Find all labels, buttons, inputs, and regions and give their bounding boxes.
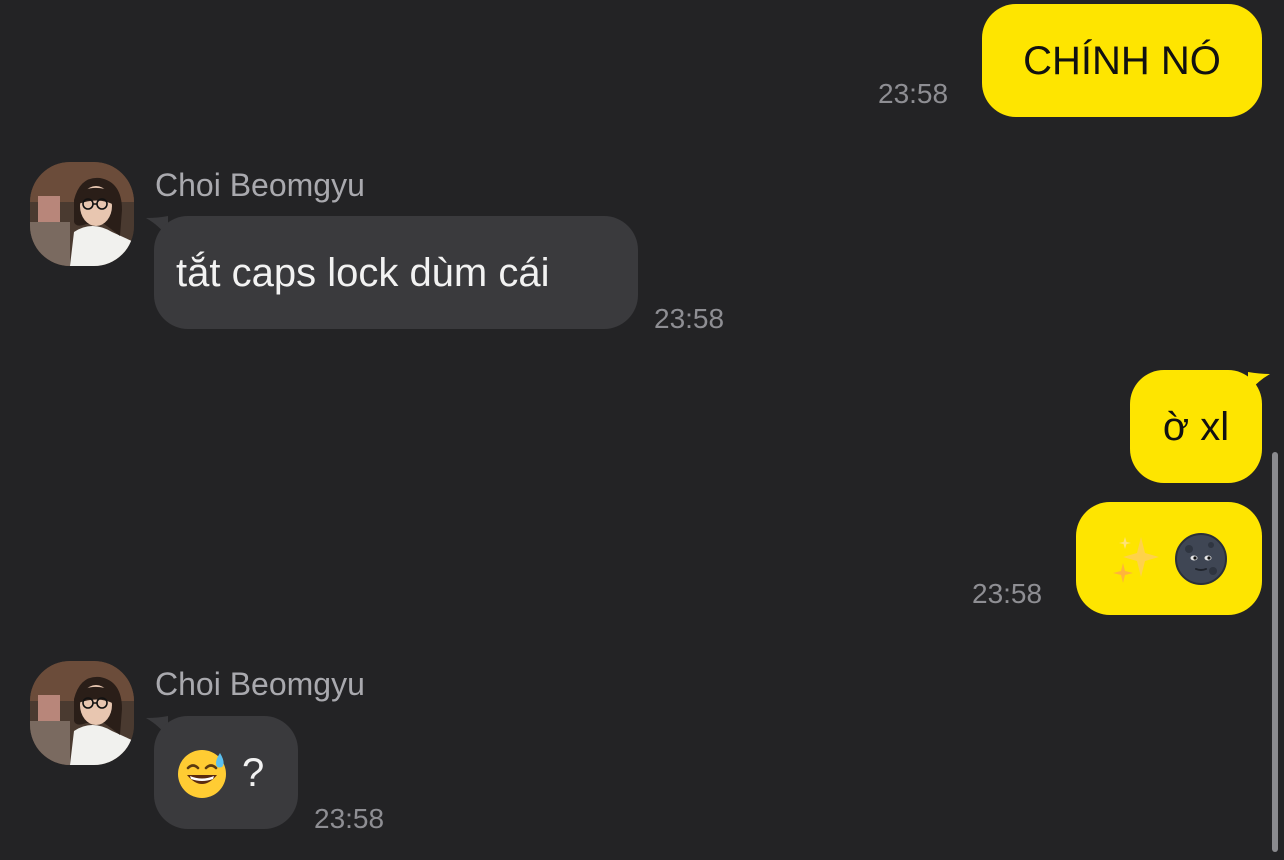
user-photo bbox=[30, 162, 134, 266]
grinning-face-with-sweat-icon bbox=[178, 749, 226, 798]
incoming-message-bubble[interactable]: ? bbox=[154, 716, 298, 829]
message-timestamp: 23:58 bbox=[314, 803, 385, 834]
message-text: tắt caps lock dùm cái bbox=[176, 250, 550, 295]
message-timestamp: 23:58 bbox=[654, 303, 725, 334]
avatar[interactable] bbox=[30, 162, 134, 266]
user-photo bbox=[30, 661, 134, 765]
bubble-tail bbox=[1248, 372, 1270, 394]
outgoing-message-bubble[interactable] bbox=[1076, 502, 1262, 615]
scrollbar[interactable] bbox=[1272, 452, 1278, 852]
message-timestamp: 23:58 bbox=[878, 78, 949, 109]
avatar[interactable] bbox=[30, 661, 134, 765]
message-text: CHÍNH NÓ bbox=[1023, 38, 1221, 83]
message-text: ? bbox=[242, 750, 265, 795]
incoming-message-bubble[interactable]: tắt caps lock dùm cái bbox=[154, 216, 638, 329]
sender-name: Choi Beomgyu bbox=[155, 167, 365, 203]
chat-view: 23:58 CHÍNH NÓ Choi Beomgyu tắt caps loc… bbox=[0, 0, 1284, 860]
outgoing-message-bubble[interactable]: ờ xl bbox=[1130, 370, 1262, 483]
sparkles-icon bbox=[1113, 536, 1159, 583]
sender-name: Choi Beomgyu bbox=[155, 666, 365, 702]
new-moon-face-icon bbox=[1175, 532, 1227, 585]
outgoing-message-bubble[interactable]: CHÍNH NÓ bbox=[982, 4, 1262, 117]
message-text: ờ xl bbox=[1162, 404, 1230, 449]
message-timestamp: 23:58 bbox=[972, 578, 1043, 609]
